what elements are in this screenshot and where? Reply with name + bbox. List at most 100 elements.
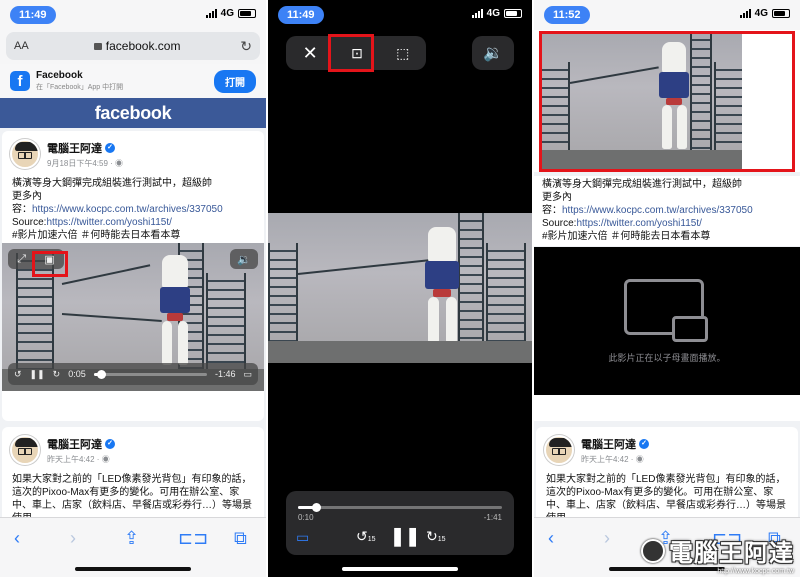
url-field[interactable]: facebook.com bbox=[34, 39, 240, 53]
status-indicators: 4G bbox=[205, 8, 256, 19]
globe-icon: ◉ bbox=[115, 158, 124, 168]
avatar[interactable] bbox=[10, 139, 40, 169]
back-icon[interactable]: ‹ bbox=[14, 528, 20, 549]
source-link[interactable]: https://twitter.com/yoshi115t/ bbox=[576, 218, 701, 229]
verified-icon: ✓ bbox=[639, 438, 649, 449]
post-text-line: 橫濱等身大鋼彈完成組裝進行測試中，超級帥 bbox=[542, 179, 742, 190]
status-bar: 11:49 4G bbox=[0, 0, 266, 30]
post-text-line: 如果大家對之前的「LED像素發光背包」有印象的話， bbox=[546, 474, 786, 485]
post-text-line: 這次的Pixoo-Max有更多的變化。可用在辦公室、家 bbox=[546, 487, 774, 498]
app-banner-text: Facebook 在「Facebook」App 中打開 bbox=[36, 70, 214, 92]
network-label: 4G bbox=[754, 8, 768, 19]
phone-screen-2: 11:49 4G ✕ ⊡ ⬚ 🔉 0:10 -1:41 ▭ ↺15 ❚❚ ↻15 bbox=[268, 0, 532, 577]
site-header-logo[interactable]: facebook bbox=[0, 98, 266, 128]
post-card-1: 電腦王阿達 ✓ 9月18日下午4:59 · ◉ 橫濱等身大鋼彈完成組裝進行測試中，… bbox=[2, 131, 264, 421]
post-text-line: 更多內 bbox=[12, 191, 42, 202]
battery-icon bbox=[238, 9, 256, 18]
avatar[interactable] bbox=[544, 435, 574, 465]
video-remaining: -1:41 bbox=[483, 513, 502, 522]
signal-icon bbox=[205, 9, 217, 18]
video-scrubber[interactable] bbox=[298, 503, 502, 512]
pause-icon[interactable]: ❚❚ bbox=[30, 369, 45, 380]
skip-back-15-icon[interactable]: ↺15 bbox=[356, 528, 376, 545]
expand-icon[interactable]: ⤢ bbox=[17, 253, 26, 266]
post-timestamp[interactable]: 昨天上午4:42 · bbox=[581, 455, 636, 464]
forward-icon[interactable]: › bbox=[604, 528, 610, 549]
close-icon[interactable]: ✕ bbox=[303, 43, 318, 64]
post-text-line: 中、車上、店家（飲料店、早餐店或彩券行…）等場景 bbox=[546, 500, 786, 511]
post-text: 如果大家對之前的「LED像素發光背包」有印象的話， 這次的Pixoo-Max有更… bbox=[2, 465, 264, 525]
verified-icon: ✓ bbox=[105, 438, 115, 449]
post-text-line: 如果大家對之前的「LED像素發光背包」有印象的話， bbox=[12, 474, 252, 485]
reload-icon[interactable]: ↻ bbox=[240, 38, 252, 55]
status-time: 11:49 bbox=[10, 6, 56, 24]
post-hashtags[interactable]: #影片加速六倍 ＃何時能去日本看本尊 bbox=[12, 229, 254, 242]
video-control-bar: ↺ ❚❚ ↻ 0:05 -1:46 ▭ bbox=[8, 363, 258, 385]
status-time: 11:52 bbox=[544, 6, 590, 24]
back-icon[interactable]: ‹ bbox=[548, 528, 554, 549]
app-banner: f Facebook 在「Facebook」App 中打開 打開 bbox=[0, 64, 266, 98]
post-author[interactable]: 電腦王阿達 bbox=[47, 140, 102, 156]
watermark-logo bbox=[641, 538, 665, 563]
post-text: 橫濱等身大鋼彈完成組裝進行測試中，超級帥 更多內 容：https://www.k… bbox=[2, 169, 264, 242]
post-hashtags[interactable]: #影片加速六倍 ＃何時能去日本看本尊 bbox=[542, 230, 792, 243]
post-author[interactable]: 電腦王阿達 bbox=[47, 436, 102, 452]
skip-forward-15-icon[interactable]: ↻ bbox=[53, 369, 61, 380]
source-label: Source: bbox=[542, 218, 577, 229]
lock-icon bbox=[93, 43, 102, 50]
post-author[interactable]: 電腦王阿達 bbox=[581, 436, 636, 452]
post-text-line: 橫濱等身大鋼彈完成組裝進行測試中，超級帥 bbox=[12, 178, 212, 189]
phone-screen-3: 11:52 4G 橫濱等身大鋼彈完成組裝進行測試中，超級帥 更多內 容：http… bbox=[534, 0, 800, 577]
post-footer bbox=[534, 395, 800, 421]
status-time: 11:49 bbox=[278, 6, 324, 24]
pause-icon[interactable]: ❚❚ bbox=[390, 526, 420, 547]
skip-back-15-icon[interactable]: ↺ bbox=[14, 369, 22, 380]
avatar[interactable] bbox=[10, 435, 40, 465]
post-timestamp[interactable]: 昨天上午4:42 · bbox=[47, 455, 102, 464]
status-bar: 11:52 4G bbox=[534, 0, 800, 30]
highlight-box bbox=[328, 34, 374, 72]
text-size-button[interactable]: AA bbox=[14, 40, 34, 52]
globe-icon: ◉ bbox=[635, 454, 644, 464]
globe-icon: ◉ bbox=[101, 454, 110, 464]
verified-icon: ✓ bbox=[105, 142, 115, 153]
highlight-box bbox=[32, 251, 68, 277]
address-bar[interactable]: AA facebook.com ↻ bbox=[6, 32, 260, 60]
post-text: 如果大家對之前的「LED像素發光背包」有印象的話， 這次的Pixoo-Max有更… bbox=[536, 465, 798, 525]
video-player[interactable] bbox=[268, 213, 532, 363]
airplay-icon[interactable]: ▭ bbox=[296, 529, 309, 546]
video-scrubber[interactable] bbox=[93, 369, 207, 379]
skip-forward-15-icon[interactable]: ↻15 bbox=[426, 528, 446, 545]
share-icon[interactable]: ⇪ bbox=[124, 528, 139, 549]
post-text-prefix: 容： bbox=[12, 204, 32, 215]
fullscreen-control-bar: 0:10 -1:41 ▭ ↺15 ❚❚ ↻15 bbox=[286, 491, 514, 555]
volume-icon[interactable]: 🔉 bbox=[472, 36, 514, 70]
app-banner-subtitle: 在「Facebook」App 中打開 bbox=[36, 84, 124, 91]
status-indicators: 4G bbox=[471, 8, 522, 19]
signal-icon bbox=[471, 9, 483, 18]
home-indicator bbox=[75, 567, 191, 571]
source-link[interactable]: https://twitter.com/yoshi115t/ bbox=[46, 217, 171, 228]
post-header: 電腦王阿達 ✓ 9月18日下午4:59 · ◉ bbox=[2, 131, 264, 169]
watermark-url: http://www.kocpc.com.tw bbox=[717, 568, 794, 575]
bookmarks-icon[interactable]: ⊏⊐ bbox=[178, 528, 208, 549]
watermark-brand: 電腦王阿達 bbox=[669, 540, 794, 567]
post-text: 橫濱等身大鋼彈完成組裝進行測試中，超級帥 更多內 容：https://www.k… bbox=[534, 176, 800, 246]
facebook-app-icon: f bbox=[10, 71, 30, 91]
tabs-icon[interactable]: ⧉ bbox=[234, 528, 247, 549]
post-timestamp[interactable]: 9月18日下午4:59 · bbox=[47, 159, 115, 168]
forward-icon[interactable]: › bbox=[70, 528, 76, 549]
home-indicator bbox=[342, 567, 458, 571]
volume-icon[interactable]: 🔉 bbox=[230, 249, 258, 269]
pip-small-window-icon bbox=[672, 316, 708, 342]
pip-notice: 此影片正在以子母畫面播放。 bbox=[608, 353, 726, 363]
post-text-line: 這次的Pixoo-Max有更多的變化。可用在辦公室、家 bbox=[12, 487, 240, 498]
fullscreen-icon[interactable]: ⬚ bbox=[396, 45, 409, 62]
article-link[interactable]: https://www.kocpc.com.tw/archives/337050 bbox=[32, 204, 223, 215]
highlight-box bbox=[539, 31, 795, 172]
status-bar: 11:49 4G bbox=[268, 0, 532, 30]
open-app-button[interactable]: 打開 bbox=[214, 69, 256, 93]
airplay-icon[interactable]: ▭ bbox=[243, 369, 252, 380]
source-label: Source: bbox=[12, 217, 47, 228]
article-link[interactable]: https://www.kocpc.com.tw/archives/337050 bbox=[562, 205, 753, 216]
